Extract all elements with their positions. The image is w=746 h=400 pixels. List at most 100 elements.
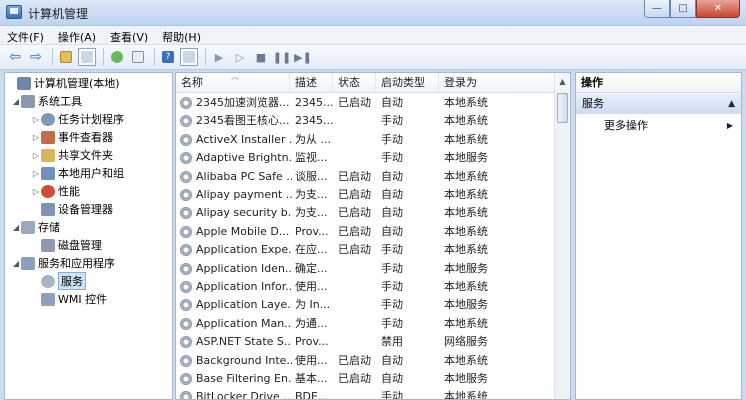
service-gear-icon xyxy=(180,336,192,349)
expand-icon[interactable]: ▷ xyxy=(31,187,41,196)
tree-task-scheduler[interactable]: ▷ 任务计划程序 xyxy=(31,110,124,128)
minimize-button[interactable]: — xyxy=(644,0,670,18)
service-gear-icon xyxy=(180,244,192,257)
tree-storage[interactable]: ◢ 存储 xyxy=(11,218,60,236)
scroll-up-icon[interactable]: ▲ xyxy=(555,73,570,90)
up-folder-icon[interactable] xyxy=(57,48,75,66)
toolbar: ⇦ ⇨ ? ▶ ▷ ■ ❚❚ ▶❚ xyxy=(0,45,746,70)
expand-icon[interactable]: ▷ xyxy=(31,169,41,178)
table-row[interactable]: 2345加速浏览器... 2345... 已启动 自动 本地系统 xyxy=(176,94,556,112)
expand-icon[interactable]: ▷ xyxy=(31,115,41,124)
tree-root[interactable]: 计算机管理(本地) xyxy=(7,74,120,92)
service-name: BitLocker Drive ... xyxy=(196,390,292,400)
table-row[interactable]: Application Laye... 为 In... 手动 本地服务 xyxy=(176,296,556,314)
service-status xyxy=(338,315,378,333)
service-logon-as: 本地系统 xyxy=(444,132,488,146)
wmi-icon xyxy=(41,292,55,306)
service-name: Alibaba PC Safe ... xyxy=(196,169,292,183)
service-gear-icon xyxy=(180,115,192,128)
vertical-scrollbar[interactable]: ▲ xyxy=(554,73,570,399)
column-header-description[interactable]: 描述 xyxy=(290,73,333,93)
service-logon-as: 本地系统 xyxy=(444,224,488,238)
tree-performance[interactable]: ▷ 性能 xyxy=(31,182,80,200)
column-header-name[interactable]: ︿ 名称 xyxy=(176,73,290,93)
tree-event-viewer[interactable]: ▷ 事件查看器 xyxy=(31,128,113,146)
table-row[interactable]: ActiveX Installer ... 为从 ... 手动 本地系统 xyxy=(176,131,556,149)
tree-local-users[interactable]: ▷ 本地用户和组 xyxy=(31,164,124,182)
service-gear-icon xyxy=(180,133,192,146)
service-description: 2345... xyxy=(295,96,334,109)
column-header-logon-as[interactable]: 登录为 xyxy=(439,73,556,93)
table-row[interactable]: Application Infor... 使用... 手动 本地系统 xyxy=(176,278,556,296)
collapse-icon[interactable]: ◢ xyxy=(11,223,21,232)
refresh-icon[interactable] xyxy=(108,48,126,66)
menu-file[interactable]: 文件(F) xyxy=(0,26,51,44)
tree-wmi-control[interactable]: WMI 控件 xyxy=(41,290,107,308)
start-service-alt-icon[interactable]: ▷ xyxy=(231,48,249,66)
table-row[interactable]: Adaptive Brightn... 监视... 手动 本地服务 xyxy=(176,149,556,167)
service-startup-type: 自动 xyxy=(381,169,403,183)
shared-folder-icon xyxy=(41,148,55,162)
scrollbar-thumb[interactable] xyxy=(557,93,568,123)
table-row[interactable]: Base Filtering En... 基本... 已启动 自动 本地服务 xyxy=(176,370,556,388)
tree-services-apps[interactable]: ◢ 服务和应用程序 xyxy=(11,254,115,272)
table-row[interactable]: Apple Mobile D... Prov... 已启动 自动 本地系统 xyxy=(176,223,556,241)
help-icon[interactable]: ? xyxy=(159,48,177,66)
export-list-icon[interactable] xyxy=(129,48,147,66)
table-row[interactable]: 2345看图王核心... 2345... 手动 本地系统 xyxy=(176,112,556,130)
table-row[interactable]: Application Man... 为通... 手动 本地系统 xyxy=(176,315,556,333)
menu-view[interactable]: 查看(V) xyxy=(103,26,155,44)
service-gear-icon xyxy=(180,207,192,220)
pause-service-icon[interactable]: ❚❚ xyxy=(273,48,291,66)
menu-action[interactable]: 操作(A) xyxy=(51,26,103,44)
collapse-icon[interactable]: ◢ xyxy=(11,259,21,268)
collapse-section-icon[interactable]: ▲ xyxy=(728,94,735,114)
service-startup-type: 自动 xyxy=(381,188,403,201)
service-logon-as: 本地系统 xyxy=(444,280,488,293)
tree-services[interactable]: 服务 xyxy=(41,272,86,290)
service-startup-type: 手动 xyxy=(381,390,403,400)
service-description: 在应... xyxy=(295,243,328,257)
service-logon-as: 本地系统 xyxy=(444,316,488,330)
stop-service-icon[interactable]: ■ xyxy=(252,48,270,66)
service-logon-as: 本地系统 xyxy=(444,169,488,183)
service-status xyxy=(338,149,378,167)
start-service-icon[interactable]: ▶ xyxy=(210,48,228,66)
services-list: ︿ 名称 描述 状态 启动类型 登录为 2345加速浏览器... 2345... 已… xyxy=(175,72,571,400)
restart-service-icon[interactable]: ▶❚ xyxy=(294,48,312,66)
back-arrow-icon[interactable]: ⇦ xyxy=(6,48,24,66)
table-row[interactable]: Alibaba PC Safe ... 谈服... 已启动 自动 本地系统 xyxy=(176,168,556,186)
expand-icon[interactable]: ▷ xyxy=(31,133,41,142)
menu-help[interactable]: 帮助(H) xyxy=(155,26,208,44)
column-header-startup-type[interactable]: 启动类型 xyxy=(376,73,439,93)
show-hide-tree-icon[interactable] xyxy=(78,48,96,66)
table-row[interactable]: Application Expe... 在应... 已启动 手动 本地系统 xyxy=(176,241,556,259)
service-status: 已启动 xyxy=(338,372,371,385)
toolbar-separator xyxy=(154,48,155,66)
show-hide-action-pane-icon[interactable] xyxy=(180,48,198,66)
service-gear-icon xyxy=(180,152,192,165)
tree-disk-management[interactable]: 磁盘管理 xyxy=(41,236,102,254)
tree-device-manager[interactable]: 设备管理器 xyxy=(41,200,113,218)
close-button[interactable]: ✕ xyxy=(696,0,740,18)
users-icon xyxy=(41,166,55,180)
table-row[interactable]: BitLocker Drive ... BDE... 手动 本地系统 xyxy=(176,388,556,400)
forward-arrow-icon[interactable]: ⇨ xyxy=(27,48,45,66)
expand-icon[interactable]: ▷ xyxy=(31,151,41,160)
maximize-button[interactable]: □ xyxy=(670,0,696,18)
table-row[interactable]: ASP.NET State S... Prov... 禁用 网络服务 xyxy=(176,333,556,351)
table-row[interactable]: Alipay security b... 为支... 已启动 自动 本地系统 xyxy=(176,204,556,222)
storage-icon xyxy=(21,220,35,234)
table-row[interactable]: Background Inte... 使用... 已启动 自动 本地系统 xyxy=(176,352,556,370)
service-name: Apple Mobile D... xyxy=(196,224,290,238)
table-row[interactable]: Alipay payment ... 为支... 已启动 自动 本地系统 xyxy=(176,186,556,204)
submenu-arrow-icon: ▶ xyxy=(726,121,733,130)
actions-section-services[interactable]: 服务 ▲ xyxy=(576,94,741,114)
column-header-status[interactable]: 状态 xyxy=(333,73,376,93)
collapse-icon[interactable]: ◢ xyxy=(11,97,21,106)
tree-shared-folders[interactable]: ▷ 共享文件夹 xyxy=(31,146,113,164)
more-actions-item[interactable]: 更多操作 ▶ xyxy=(576,116,741,136)
console-tree: 计算机管理(本地) ◢ 系统工具 ▷ 任务计划程序 ▷ 事件查看器 ▷ 共享文件… xyxy=(4,72,173,400)
tree-system-tools[interactable]: ◢ 系统工具 xyxy=(11,92,82,110)
table-row[interactable]: Application Iden... 确定... 手动 本地服务 xyxy=(176,260,556,278)
